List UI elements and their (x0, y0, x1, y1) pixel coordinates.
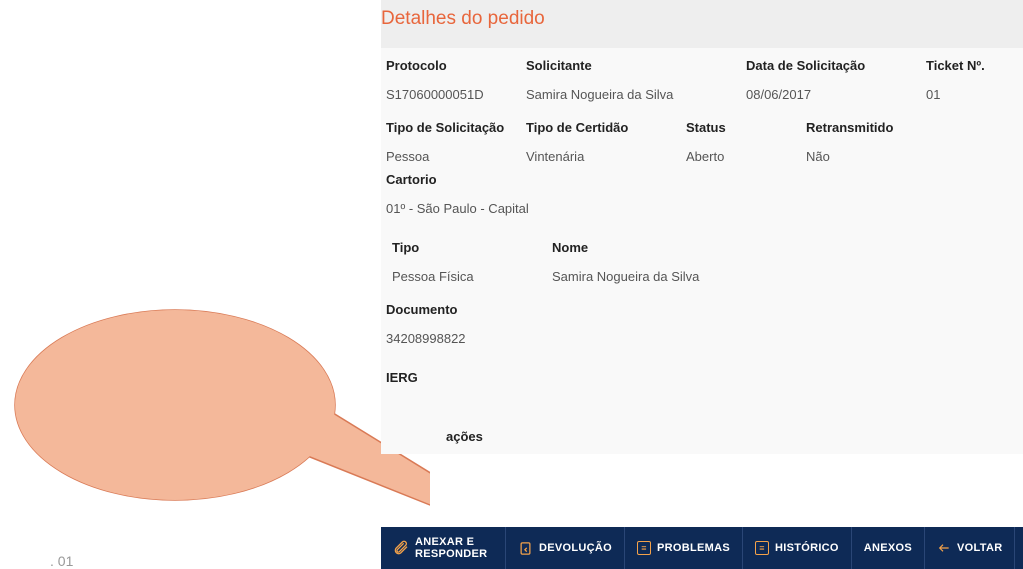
data-value: 08/06/2017 (746, 87, 926, 116)
cartorio-label: Cartorio (386, 172, 1018, 197)
documento-value: 34208998822 (386, 331, 1018, 360)
tipo-solicitacao-label: Tipo de Solicitação (386, 120, 526, 145)
status-label: Status (686, 120, 806, 145)
details-grid: Protocolo Solicitante Data de Solicitaçã… (381, 48, 1023, 454)
tipo-certidao-value: Vintenária (526, 149, 686, 168)
anexar-responder-button[interactable]: ANEXAR ERESPONDER (381, 527, 506, 569)
cartorio-value: 01º - São Paulo - Capital (386, 201, 1018, 230)
footer-note: . 01 (50, 553, 73, 569)
data-label: Data de Solicitação (746, 58, 926, 83)
header-bar: Detalhes do pedido (381, 0, 1023, 48)
tipo-label: Tipo (392, 240, 552, 265)
list-icon: ≡ (755, 541, 769, 555)
tipo-value: Pessoa Física (392, 269, 552, 298)
tipo-certidao-label: Tipo de Certidão (526, 120, 686, 145)
voltar-button[interactable]: VOLTAR (925, 527, 1015, 569)
protocolo-value: S17060000051D (386, 87, 526, 116)
anexos-label: ANEXOS (864, 542, 912, 554)
paperclip-icon (393, 540, 409, 556)
callout-bubble (10, 300, 430, 555)
problemas-button[interactable]: ≡ PROBLEMAS (625, 527, 743, 569)
ticket-label: Ticket Nº. (926, 58, 1006, 83)
retransmitido-value: Não (806, 149, 926, 168)
nome-label: Nome (552, 240, 752, 265)
devolucao-button[interactable]: DEVOLUÇÃO (506, 527, 625, 569)
action-bar: ANEXAR ERESPONDER DEVOLUÇÃO ≡ PROBLEMAS … (381, 527, 1023, 569)
protocolo-label: Protocolo (386, 58, 526, 83)
status-value: Aberto (686, 149, 806, 168)
ierg-label: IERG (386, 364, 1018, 395)
anexos-button[interactable]: ANEXOS (852, 527, 925, 569)
content-panel: Detalhes do pedido Protocolo Solicitante… (381, 0, 1023, 569)
tipo-solicitacao-value: Pessoa (386, 149, 526, 168)
arrow-left-icon (937, 541, 951, 555)
document-back-icon (518, 541, 533, 556)
historico-label: HISTÓRICO (775, 542, 839, 554)
page-title: Detalhes do pedido (381, 8, 1013, 30)
solicitante-label: Solicitante (526, 58, 746, 83)
nome-value: Samira Nogueira da Silva (552, 269, 772, 298)
voltar-label: VOLTAR (957, 542, 1002, 554)
ticket-value: 01 (926, 87, 1006, 116)
documento-label: Documento (386, 302, 1018, 327)
observacoes-label: ações (386, 429, 1018, 454)
list-icon: ≡ (637, 541, 651, 555)
problemas-label: PROBLEMAS (657, 542, 730, 554)
devolucao-label: DEVOLUÇÃO (539, 542, 612, 554)
historico-button[interactable]: ≡ HISTÓRICO (743, 527, 852, 569)
retransmitido-label: Retransmitido (806, 120, 926, 145)
solicitante-value: Samira Nogueira da Silva (526, 87, 746, 116)
anexar-responder-label: ANEXAR ERESPONDER (415, 536, 487, 560)
